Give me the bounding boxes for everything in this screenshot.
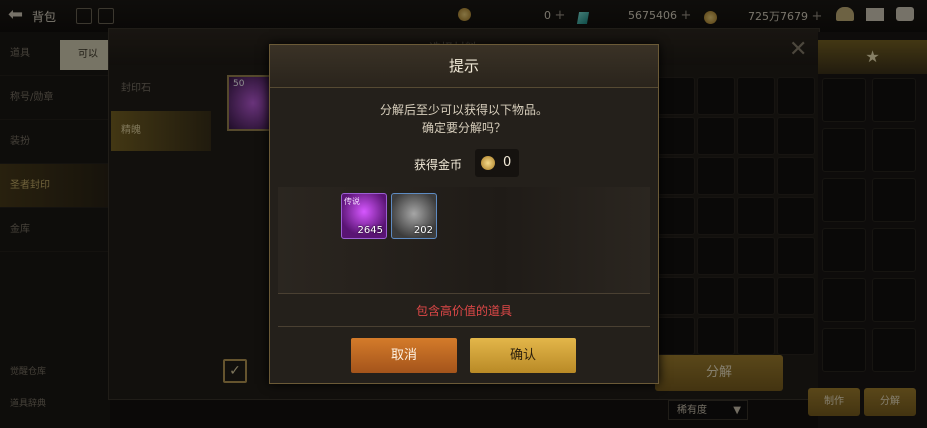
cancel-button[interactable]: 取消: [351, 338, 457, 373]
gold-coin-icon: [481, 156, 495, 170]
gold-box: 0: [475, 149, 519, 177]
confirm-modal: 提示 分解后至少可以获得以下物品。 确定要分解吗？ 获得金币 0 传说 2645…: [269, 44, 659, 384]
reward-item-purple-essence[interactable]: 传说 2645: [341, 193, 387, 239]
high-value-warning: 包含高价值的道具: [415, 304, 512, 318]
modal-title: 提示: [448, 57, 479, 75]
reward-items-row: 传说 2645 202: [278, 187, 650, 293]
item-count: 202: [413, 225, 433, 236]
modal-message-line1: 分解后至少可以获得以下物品。: [379, 103, 548, 117]
confirm-button[interactable]: 确认: [470, 338, 576, 373]
reward-item-gray-crystal[interactable]: 202: [391, 193, 437, 239]
modal-message-line2: 确定要分解吗？: [421, 121, 506, 135]
gold-value: 0: [503, 155, 512, 170]
gold-label: 获得金币: [414, 158, 463, 172]
divider: [278, 293, 650, 294]
item-count: 2645: [357, 225, 383, 236]
divider: [278, 326, 650, 327]
item-rarity-tag: 传说: [344, 197, 360, 206]
